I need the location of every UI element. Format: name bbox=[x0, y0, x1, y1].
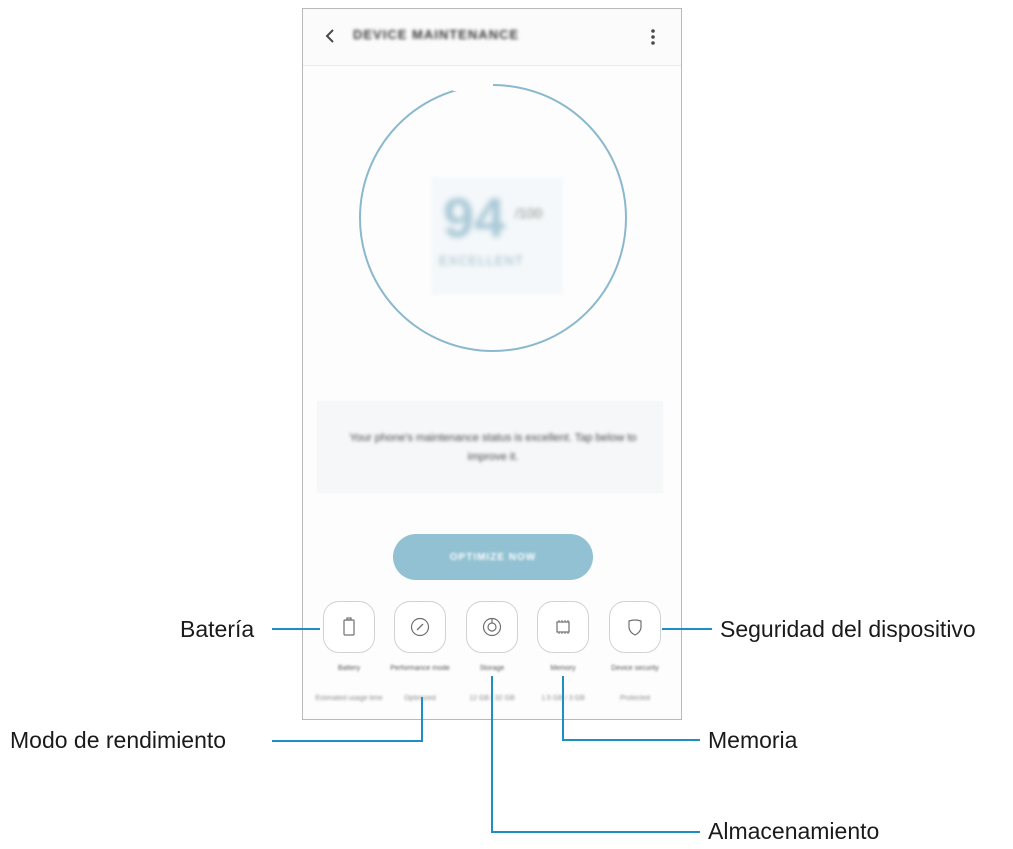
callout-line-modo-h bbox=[272, 740, 423, 742]
shield-icon bbox=[628, 619, 642, 636]
storage-disc-icon bbox=[482, 617, 502, 637]
callout-line-memoria-h bbox=[562, 739, 700, 741]
callout-almacenamiento: Almacenamiento bbox=[708, 818, 880, 844]
back-button[interactable] bbox=[317, 23, 343, 49]
callout-line-bateria bbox=[272, 628, 320, 630]
callout-line-almacenamiento-v bbox=[491, 676, 493, 833]
storage-tile[interactable] bbox=[466, 601, 518, 653]
memory-tile[interactable] bbox=[537, 601, 589, 653]
score-value: 94 bbox=[443, 186, 506, 249]
more-options-button[interactable] bbox=[643, 24, 663, 50]
memory-chip-icon bbox=[556, 620, 570, 634]
battery-icon bbox=[343, 617, 355, 636]
device-security-tile[interactable] bbox=[609, 601, 661, 653]
performance-mode-tile[interactable] bbox=[394, 601, 446, 653]
device-security-tile-sub: Protected bbox=[620, 695, 650, 702]
memory-tile-label: Memory bbox=[550, 665, 576, 672]
device-security-tile-label: Device security bbox=[611, 665, 659, 672]
phone-screen: DEVICE MAINTENANCE 94 /100 EXCELLENT You… bbox=[302, 8, 682, 720]
score-label: EXCELLENT bbox=[439, 253, 524, 268]
callout-memoria: Memoria bbox=[708, 727, 798, 753]
performance-mode-tile-label: Performance mode bbox=[390, 665, 450, 672]
callout-modo-de-rendimiento: Modo de rendimiento bbox=[10, 727, 227, 753]
appbar-divider bbox=[303, 65, 681, 66]
page-title: DEVICE MAINTENANCE bbox=[353, 27, 520, 42]
battery-tile[interactable] bbox=[323, 601, 375, 653]
performance-mode-tile-sub: Optimized bbox=[404, 695, 436, 702]
callout-bateria: Batería bbox=[180, 616, 255, 642]
chevron-left-icon bbox=[325, 29, 334, 43]
battery-tile-sub: Estimated usage time bbox=[315, 695, 383, 702]
optimize-now-label: OPTIMIZE NOW bbox=[449, 551, 537, 563]
speedometer-icon bbox=[410, 617, 430, 637]
score-ring-gap bbox=[453, 79, 493, 91]
status-text: Your phone's maintenance status is excel… bbox=[349, 432, 637, 463]
storage-tile-label: Storage bbox=[479, 665, 505, 672]
app-bar: DEVICE MAINTENANCE bbox=[303, 9, 681, 65]
callout-line-memoria-v bbox=[562, 676, 564, 741]
optimize-now-button[interactable]: OPTIMIZE NOW bbox=[393, 534, 593, 580]
score-unit: /100 bbox=[515, 205, 543, 221]
more-vert-icon bbox=[651, 29, 655, 45]
callout-line-almacenamiento-h bbox=[491, 831, 700, 833]
battery-tile-label: Battery bbox=[337, 665, 361, 672]
callout-line-seguridad bbox=[662, 628, 712, 630]
callout-seguridad-del-dispositivo: Seguridad del dispositivo bbox=[720, 616, 976, 642]
callout-line-modo-v bbox=[421, 697, 423, 742]
